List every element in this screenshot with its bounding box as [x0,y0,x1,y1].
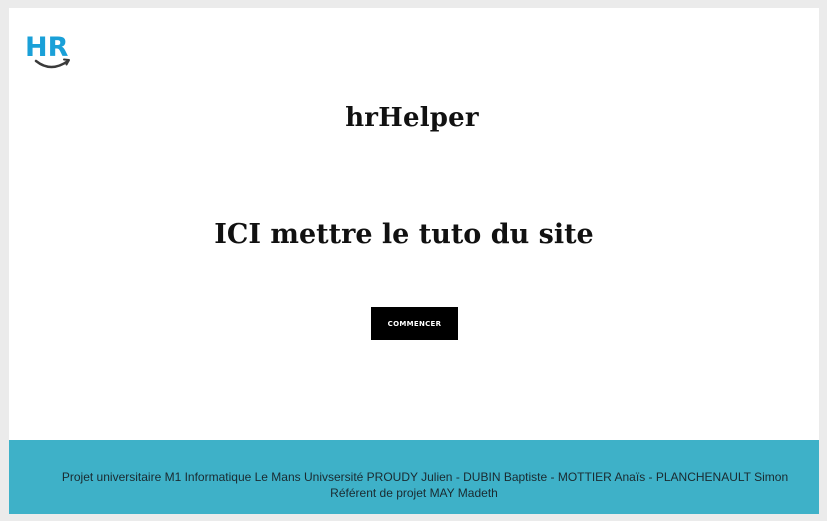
footer-referent: Référent de projet MAY Madeth [330,485,498,500]
hr-logo-icon: HR [25,32,70,69]
page-container: HR hrHelper ICI mettre le tuto du site C… [9,8,819,514]
logo-text: HR [25,32,69,63]
hr-logo[interactable]: HR [25,32,79,72]
footer-text: Projet universitaire M1 Informatique Le … [9,470,819,501]
site-title: hrHelper [345,103,479,133]
footer: Projet universitaire M1 Informatique Le … [9,440,819,514]
start-button[interactable]: COMMENCER [371,307,458,340]
tutorial-heading: ICI mettre le tuto du site [214,219,594,250]
footer-credits: Projet universitaire M1 Informatique Le … [61,470,789,484]
